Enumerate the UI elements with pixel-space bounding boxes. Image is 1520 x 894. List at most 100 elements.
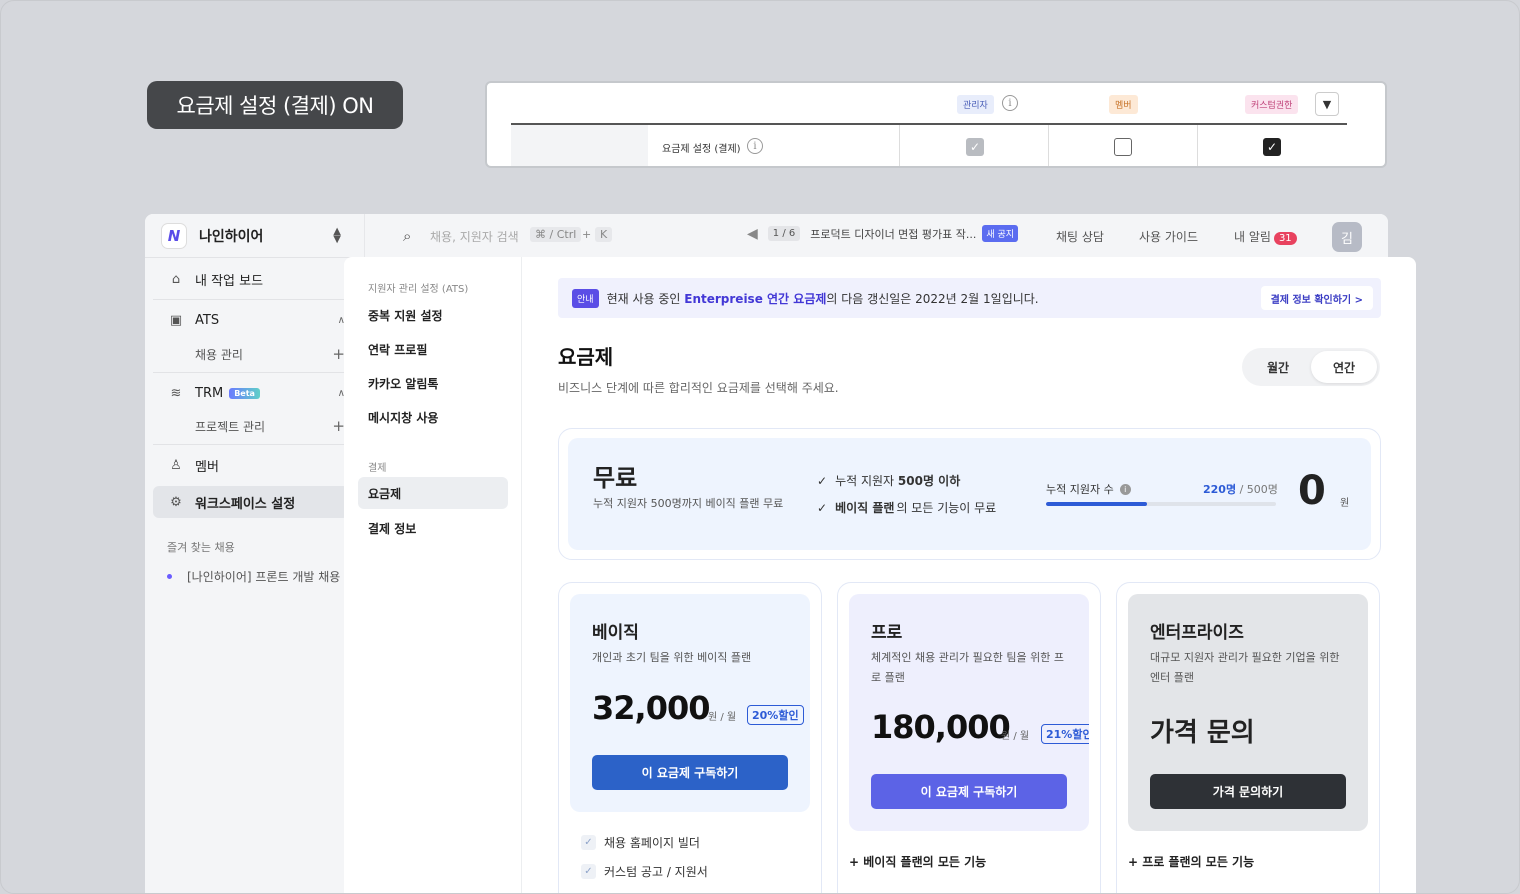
- feature-bold: 베이직 플랜: [835, 501, 895, 515]
- layers-icon: ≋: [170, 385, 182, 401]
- sidebar-item-trm[interactable]: ≋ TRM Beta ∧: [153, 377, 349, 409]
- search-input[interactable]: 채용, 지원자 검색: [430, 228, 519, 245]
- toggle-monthly[interactable]: 월간: [1245, 351, 1311, 383]
- usage-current: 220명: [1203, 483, 1237, 496]
- subnav-item-duplicate[interactable]: 중복 지원 설정: [368, 307, 443, 324]
- sidebar-item-board[interactable]: ⌂ 내 작업 보드: [153, 263, 349, 295]
- subnav-item-kakao[interactable]: 카카오 알림톡: [368, 375, 438, 392]
- favorite-item[interactable]: [나인하이어] 프론트 개발 채용: [167, 568, 340, 585]
- permission-row: 요금제 설정 (결제) i ✓ ✓: [487, 125, 1385, 166]
- divider: [153, 372, 349, 373]
- banner-text: 현재 사용 중인: [606, 291, 681, 306]
- plan-description: 개인과 초기 팀을 위한 베이직 플랜: [592, 651, 752, 664]
- usage-label-text: 누적 지원자 수: [1046, 483, 1114, 496]
- toggle-yearly[interactable]: 연간: [1311, 351, 1377, 383]
- plan-card-inner: 프로 체계적인 채용 관리가 필요한 팀을 위한 프로 플랜 180,000 원…: [849, 594, 1089, 831]
- feature-item: ✓ 베이직 플랜 의 모든 기능이 무료: [817, 499, 996, 516]
- discount-badge: 20%할인: [747, 705, 804, 725]
- notice-text: 프로덕트 디자이너 면접 평가표 작...: [810, 227, 977, 241]
- member-checkbox[interactable]: [1114, 138, 1132, 156]
- plan-card-inner: 베이직 개인과 초기 팀을 위한 베이직 플랜 32,000 원 / 월 20%…: [570, 594, 810, 812]
- sidebar: N 나인하이어 ▲▼ ⌂ 내 작업 보드 ▣ ATS ∧ 채용 관리 + ≋: [145, 214, 365, 893]
- shortcut-key: ⌘ / Ctrl: [530, 227, 582, 242]
- banner-badge: 안내: [572, 288, 599, 308]
- info-icon[interactable]: i: [1002, 95, 1018, 111]
- sidebar-item-workspace-settings[interactable]: ⚙ 워크스페이스 설정: [153, 486, 349, 518]
- plan-description: 대규모 지원자 관리가 필요한 기업을 위한 엔터 플랜: [1150, 651, 1340, 684]
- subnav-group-title: 결제: [368, 463, 387, 474]
- role-custom-badge: 커스텀권한: [1245, 95, 1299, 114]
- info-icon[interactable]: i: [1119, 483, 1131, 495]
- chat-support-link[interactable]: 채팅 상담: [1056, 228, 1104, 245]
- notice-ticker[interactable]: ◀ 1 / 6 프로덕트 디자이너 면접 평가표 작... 새 공지: [747, 225, 1019, 242]
- contact-sales-button[interactable]: 가격 문의하기: [1150, 774, 1346, 809]
- feature-text: 커스텀 공고 / 지원서: [604, 865, 708, 879]
- subnav-item-billing-info[interactable]: 결제 정보: [368, 520, 416, 537]
- billing-info-button[interactable]: 결제 정보 확인하기 >: [1260, 286, 1373, 310]
- plan-card-enterprise: 엔터프라이즈 대규모 지원자 관리가 필요한 기업을 위한 엔터 플랜 가격 문…: [1116, 582, 1380, 893]
- workspace-switcher[interactable]: N 나인하이어 ▲ ▼: [145, 214, 365, 258]
- settings-subnav: 지원자 관리 설정 (ATS) 중복 지원 설정 연락 프로필 카카오 알림톡 …: [344, 257, 522, 893]
- subnav-item-contact[interactable]: 연락 프로필: [368, 341, 427, 358]
- plan-name: 무료: [593, 464, 638, 492]
- sidebar-item-label: TRM: [195, 385, 224, 401]
- subnav-group-title: 지원자 관리 설정 (ATS): [368, 284, 469, 295]
- favorites-title: 즐겨 찾는 채용: [167, 541, 235, 554]
- column-divider: [1197, 125, 1198, 166]
- check-icon: ✓: [817, 473, 828, 488]
- bullet-icon: [167, 574, 172, 579]
- free-plan-inner: 무료 누적 지원자 500명까지 베이직 플랜 무료 ✓ 누적 지원자 500명…: [568, 438, 1371, 550]
- page-title: 요금제: [558, 345, 614, 369]
- permission-label: 요금제 설정 (결제): [662, 144, 741, 155]
- usage-count: 220명 / 500명: [1203, 481, 1278, 497]
- subscribe-button[interactable]: 이 요금제 구독하기: [592, 755, 788, 790]
- user-guide-link[interactable]: 사용 가이드: [1139, 228, 1198, 245]
- topbar: ⌕ 채용, 지원자 검색 ⌘ / Ctrl + K ◀ 1 / 6 프로덕트 디…: [365, 214, 1388, 258]
- subnav-item-pricing[interactable]: 요금제: [358, 477, 508, 509]
- custom-role-checkbox[interactable]: ✓: [1263, 138, 1281, 156]
- plan-card-pro: 프로 체계적인 채용 관리가 필요한 팀을 위한 프로 플랜 180,000 원…: [837, 582, 1101, 893]
- sidebar-item-label: 채용 관리: [195, 347, 243, 362]
- free-plan-card: 무료 누적 지원자 500명까지 베이직 플랜 무료 ✓ 누적 지원자 500명…: [558, 428, 1381, 560]
- search-icon[interactable]: ⌕: [403, 227, 411, 245]
- workspace-name: 나인하이어: [199, 228, 264, 245]
- favorite-label: [나인하이어] 프론트 개발 채용: [187, 570, 341, 584]
- feature-text: 채용 홈페이지 빌더: [604, 836, 700, 850]
- info-icon[interactable]: i: [747, 138, 763, 154]
- shortcut-plus: +: [582, 228, 592, 241]
- new-notice-badge: 새 공지: [982, 225, 1019, 242]
- main-content: 안내 현재 사용 중인 Enterpreise 연간 요금제 의 다음 갱신일은 …: [522, 257, 1416, 893]
- sidebar-item-hiring[interactable]: 채용 관리 +: [153, 338, 349, 370]
- briefcase-icon: ▣: [169, 312, 183, 328]
- column-divider: [1048, 125, 1049, 166]
- price-unit: 원 / 월: [708, 712, 737, 723]
- sidebar-item-members[interactable]: ♙ 멤버: [153, 449, 349, 481]
- plan-description: 체계적인 채용 관리가 필요한 팀을 위한 프로 플랜: [871, 651, 1065, 684]
- feature-text: 누적 지원자: [835, 474, 895, 488]
- sidebar-item-projects[interactable]: 프로젝트 관리 +: [153, 410, 349, 442]
- sidebar-item-label: 내 작업 보드: [195, 273, 264, 289]
- subscribe-button[interactable]: 이 요금제 구독하기: [871, 774, 1067, 809]
- renewal-banner: 안내 현재 사용 중인 Enterpreise 연간 요금제 의 다음 갱신일은 …: [558, 278, 1381, 318]
- feature-text: 의 모든 기능이 무료: [896, 501, 997, 515]
- megaphone-icon: ◀: [747, 225, 758, 242]
- price-unit: 원 / 월: [1001, 731, 1030, 742]
- price-unit: 원: [1340, 498, 1350, 509]
- divider: [153, 299, 349, 300]
- plan-name: 프로: [871, 623, 903, 643]
- plan-name: 엔터프라이즈: [1150, 623, 1244, 643]
- plan-price: 가격 문의: [1150, 718, 1255, 748]
- sidebar-item-label: 프로젝트 관리: [195, 419, 266, 434]
- row-indent: [511, 125, 648, 166]
- permission-header: 관리자 i 멤버 커스텀권한 ▼: [487, 83, 1385, 125]
- plan-card-inner: 엔터프라이즈 대규모 지원자 관리가 필요한 기업을 위한 엔터 플랜 가격 문…: [1128, 594, 1368, 831]
- shortcut-key: K: [595, 227, 613, 242]
- avatar[interactable]: 김: [1332, 222, 1362, 252]
- subnav-item-messenger[interactable]: 메시지창 사용: [368, 409, 438, 426]
- permission-table: 관리자 i 멤버 커스텀권한 ▼ 요금제 설정 (결제) i ✓ ✓: [485, 81, 1387, 168]
- notifications-link[interactable]: 내 알림 31: [1234, 228, 1297, 245]
- screenshot-frame: 요금제 설정 (결제) ON 관리자 i 멤버 커스텀권한 ▼ 요금제 설정 (…: [0, 0, 1520, 894]
- sidebar-item-ats[interactable]: ▣ ATS ∧: [153, 304, 349, 336]
- billing-period-toggle: 월간 연간: [1242, 348, 1380, 386]
- role-dropdown-button[interactable]: ▼: [1315, 92, 1339, 116]
